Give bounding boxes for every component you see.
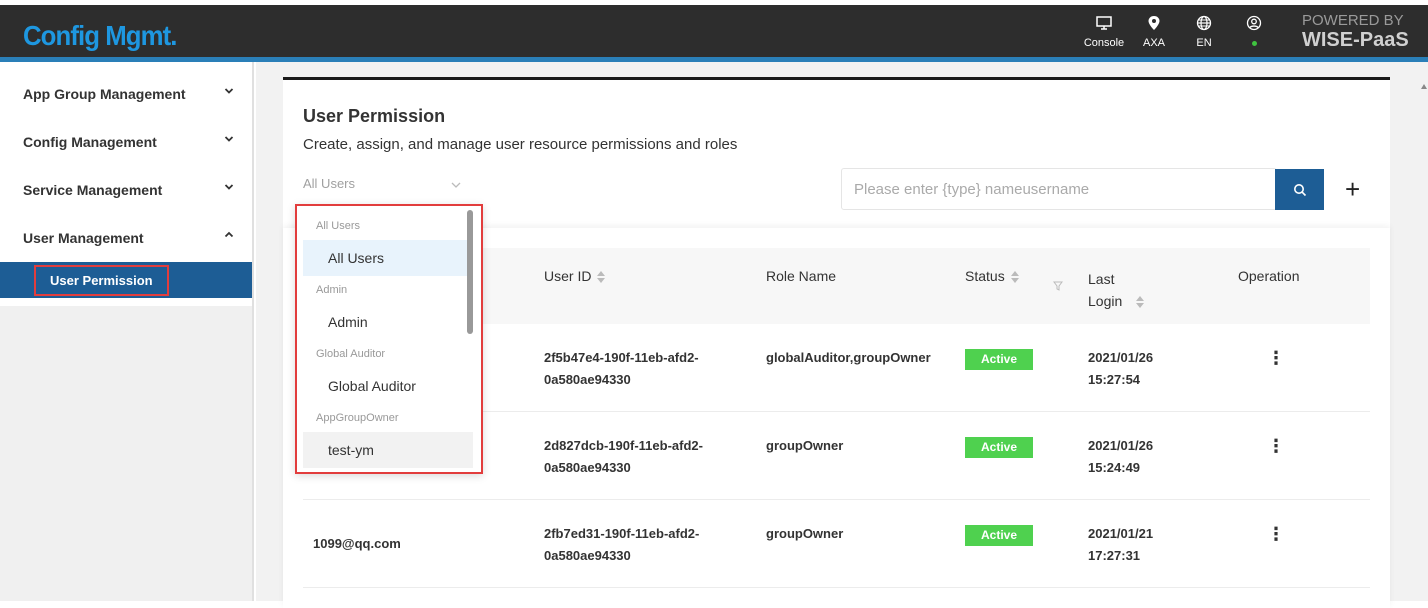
chevron-down-icon: [224, 136, 234, 142]
dropdown-option-global-auditor[interactable]: Global Auditor: [303, 368, 473, 404]
chevron-down-icon: [224, 184, 234, 190]
chevron-up-icon: [224, 231, 234, 238]
dropdown-list: All Users All Users Admin Admin Global A…: [303, 212, 473, 468]
page-title: User Permission: [303, 106, 446, 126]
role-cell: groupOwner: [766, 526, 844, 541]
status-dot-icon: [1251, 41, 1257, 46]
last-login-cell: 2021/01/26 15:27:54: [1088, 350, 1154, 387]
column-header-last-login[interactable]: Last Login: [1088, 268, 1145, 312]
sidebar-item-label: App Group Management: [23, 86, 186, 102]
sidebar-item-label: User Management: [23, 230, 144, 246]
location-pin-icon: [1129, 15, 1179, 37]
online-status: [1229, 37, 1279, 49]
dropdown-scrollbar[interactable]: [467, 210, 473, 334]
sidebar-subitem-label: User Permission: [34, 264, 169, 296]
more-options-icon[interactable]: ⋮: [1256, 514, 1296, 554]
search-icon: [1293, 183, 1306, 196]
add-user-button[interactable]: +: [1345, 174, 1360, 204]
dropdown-option-admin[interactable]: Admin: [303, 304, 473, 340]
column-header-user-id[interactable]: User ID: [544, 268, 606, 284]
powered-by-logo: POWERED BY WISE-PaaS: [1302, 12, 1409, 52]
role-cell: groupOwner: [766, 438, 844, 453]
sidebar-item-user-management[interactable]: User Management: [0, 214, 252, 262]
user-cell: 1099@qq.com: [313, 536, 401, 551]
more-options-icon[interactable]: ⋮: [1256, 426, 1296, 466]
user-id-cell: 2f5b47e4-190f-11eb-afd2- 0a580ae94330: [544, 350, 699, 387]
monitor-icon: [1079, 15, 1129, 37]
scroll-up-icon[interactable]: [1421, 84, 1427, 89]
sidebar-item-label: Service Management: [23, 182, 163, 198]
location-button[interactable]: AXA: [1129, 15, 1179, 49]
powered-by-text: POWERED BY: [1302, 12, 1404, 29]
sidebar-subitem-user-permission[interactable]: User Permission: [0, 262, 252, 298]
chevron-down-icon: [224, 88, 234, 94]
more-options-icon[interactable]: ⋮: [1256, 338, 1296, 378]
last-login-cell: 2021/01/26 15:24:49: [1088, 438, 1154, 475]
user-profile-button[interactable]: [1229, 15, 1279, 49]
filter-icon[interactable]: [1053, 281, 1063, 291]
role-cell: globalAuditor,groupOwner: [766, 350, 931, 365]
console-button[interactable]: Console: [1079, 15, 1129, 49]
column-header-status[interactable]: Status: [965, 268, 1019, 284]
app-logo[interactable]: Config Mgmt.: [23, 20, 177, 52]
chevron-down-icon: [451, 182, 461, 188]
page-scrollbar[interactable]: [1418, 62, 1428, 601]
language-button[interactable]: EN: [1179, 15, 1229, 49]
user-type-select-value: All Users: [303, 176, 356, 191]
status-badge: Active: [965, 437, 1033, 458]
sidebar: App Group Management Config Management S…: [0, 62, 254, 601]
sort-icon[interactable]: [1136, 296, 1145, 309]
user-type-dropdown: All Users All Users Admin Admin Global A…: [295, 204, 483, 474]
sort-icon[interactable]: [597, 271, 606, 284]
user-id-cell: 2d827dcb-190f-11eb-afd2- 0a580ae94330: [544, 438, 703, 475]
platform-name: WISE-PaaS: [1302, 29, 1409, 51]
search-box: [841, 168, 1277, 210]
dropdown-group-label: AppGroupOwner: [316, 412, 399, 424]
dropdown-group-label: Global Auditor: [316, 348, 386, 360]
dropdown-option-all-users[interactable]: All Users: [303, 240, 473, 276]
column-header-operation: Operation: [1238, 268, 1300, 284]
user-type-select[interactable]: All Users: [303, 176, 463, 200]
dropdown-group-label: Admin: [316, 284, 348, 296]
console-label: Console: [1083, 37, 1125, 49]
globe-icon: [1179, 15, 1229, 37]
language-label: EN: [1196, 37, 1212, 49]
user-id-cell: 2fb7ed31-190f-11eb-afd2- 0a580ae94330: [544, 526, 700, 563]
sidebar-item-app-group-management[interactable]: App Group Management: [0, 70, 252, 118]
status-badge: Active: [965, 349, 1033, 370]
search-button[interactable]: [1275, 169, 1324, 210]
sort-icon[interactable]: [1010, 271, 1019, 284]
sidebar-item-label: Config Management: [23, 134, 157, 150]
top-bar: Config Mgmt. Console AXA EN POWERED BY W…: [0, 0, 1428, 62]
dropdown-option-test-ym[interactable]: test-ym: [303, 432, 473, 468]
table-row: 1099@qq.com 2fb7ed31-190f-11eb-afd2- 0a58…: [303, 500, 1370, 588]
last-login-cell: 2021/01/21 17:27:31: [1088, 526, 1154, 563]
search-input[interactable]: [842, 170, 1232, 208]
user-icon: [1229, 15, 1279, 37]
status-badge: Active: [965, 525, 1033, 546]
sidebar-item-service-management[interactable]: Service Management: [0, 166, 252, 214]
location-label: AXA: [1142, 37, 1165, 49]
column-header-role-name: Role Name: [766, 268, 837, 284]
page-description: Create, assign, and manage user resource…: [303, 136, 738, 153]
sidebar-item-config-management[interactable]: Config Management: [0, 118, 252, 166]
dropdown-group-label: All Users: [316, 220, 361, 232]
